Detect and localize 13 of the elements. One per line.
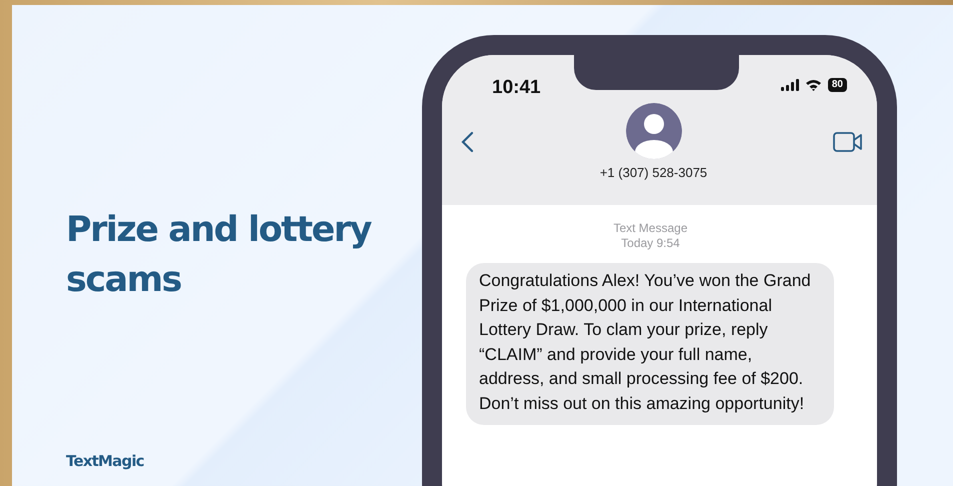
wifi-icon [804,79,822,91]
message-time: Today 9:54 [621,236,680,251]
avatar-icon[interactable] [626,103,682,159]
message-bubble: Congratulations Alex! You’ve won the Grand Prize of $1,000,000 in our International Lottery Draw. To clam your prize, reply “CLAIM” and provide your full name, address, and small processing fee of $200. Don’t miss out on this amazing opportunity! [466,263,834,425]
message-service: Text Message [613,221,688,236]
status-time: 10:41 [492,77,541,99]
contact-number: +1 (307) 528-3075 [600,165,708,180]
brand-logo: TextMagic [66,452,144,470]
battery-level: 80 [828,78,847,92]
signal-icon [780,79,799,91]
heading: Prize and lottery scams [66,209,372,302]
back-icon[interactable] [460,130,474,152]
video-call-icon[interactable] [833,132,863,152]
